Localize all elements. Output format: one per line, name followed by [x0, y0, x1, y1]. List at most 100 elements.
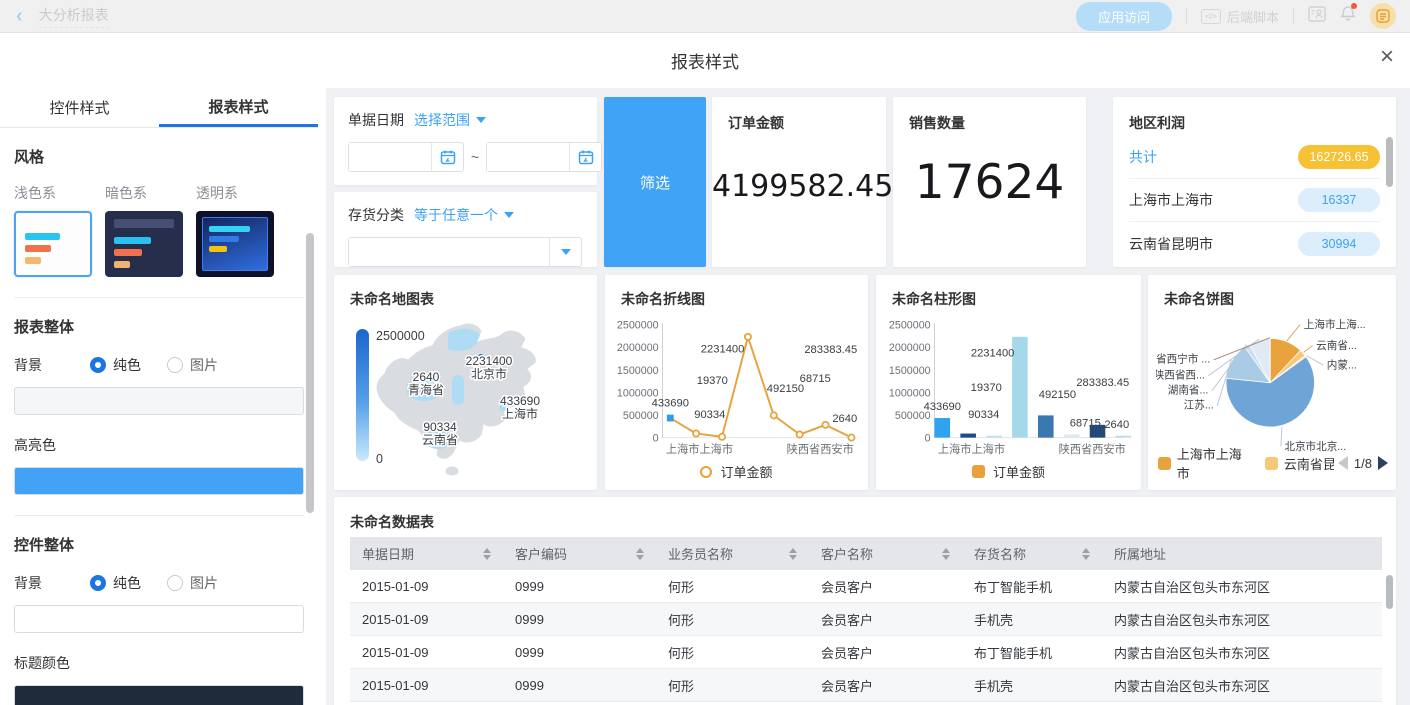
contact-card-icon[interactable] — [1308, 6, 1326, 27]
bar-legend[interactable]: 订单金额 — [876, 462, 1141, 481]
calendar-icon[interactable] — [431, 143, 463, 171]
select-arrow[interactable] — [549, 238, 581, 266]
sort-icon[interactable] — [942, 548, 950, 560]
style-thumb-light[interactable] — [14, 211, 92, 277]
highlight-color-swatch[interactable] — [14, 467, 304, 495]
tab-widget-style[interactable]: 控件样式 — [0, 88, 159, 127]
date-from-input[interactable] — [349, 143, 431, 171]
filter-button[interactable]: 筛选 — [604, 97, 706, 267]
category-select-input[interactable] — [349, 238, 549, 266]
data-point[interactable] — [797, 431, 803, 437]
column-header-1[interactable]: 单据日期 — [350, 544, 503, 563]
style-panel: 控件样式 报表样式 风格 浅色系 暗色系 透明系 — [0, 88, 318, 705]
line-legend[interactable]: 订单金额 — [605, 462, 868, 481]
date-operator-dropdown[interactable]: 选择范围 — [414, 110, 486, 130]
sort-icon[interactable] — [789, 548, 797, 560]
page-prev-icon[interactable] — [1338, 456, 1348, 470]
table-scrollbar[interactable] — [1386, 575, 1393, 609]
close-icon[interactable]: × — [1380, 45, 1394, 69]
table-cell: 布丁智能手机 — [962, 577, 1102, 596]
column-header-4[interactable]: 客户名称 — [809, 544, 962, 563]
style-thumb-transparent[interactable] — [196, 211, 274, 277]
data-point[interactable] — [693, 430, 699, 436]
title-color-swatch[interactable] — [14, 685, 304, 705]
thumb-bar — [25, 233, 60, 240]
bar[interactable] — [1064, 435, 1080, 438]
bar[interactable] — [986, 436, 1002, 438]
table-row[interactable]: 2015-01-090999何形会员客户布丁智能手机内蒙古自治区包头市东河区 — [350, 570, 1382, 603]
panel-scrollbar[interactable] — [306, 233, 314, 513]
sort-icon[interactable] — [483, 548, 491, 560]
pie-chart-card: 未命名饼图 上海市上海...云南省...内蒙...北京市北京...江苏...湖南… — [1148, 275, 1396, 490]
table-cell: 2015-01-09 — [350, 645, 503, 660]
table-cell: 何形 — [656, 577, 809, 596]
column-header-3[interactable]: 业务员名称 — [656, 544, 809, 563]
bar[interactable] — [960, 434, 976, 438]
data-point[interactable] — [667, 415, 674, 422]
svg-text:陕西省西安市: 陕西省西安市 — [1059, 442, 1126, 456]
category-select[interactable] — [348, 237, 582, 267]
bar[interactable] — [935, 418, 951, 438]
table-title: 未命名数据表 — [350, 512, 434, 532]
legend-marker-icon — [972, 465, 985, 478]
style-thumb-dark[interactable] — [105, 211, 183, 277]
svg-text:90334: 90334 — [968, 409, 999, 421]
column-header-2[interactable]: 客户编码 — [503, 544, 656, 563]
page-next-icon[interactable] — [1378, 456, 1388, 470]
tab-report-style[interactable]: 报表样式 — [159, 88, 318, 127]
column-label: 业务员名称 — [668, 544, 733, 563]
pie-legend-item[interactable]: 云南省昆 — [1265, 454, 1334, 473]
date-to-group — [486, 142, 602, 172]
table-row[interactable]: 2015-01-090999何形会员客户手机壳内蒙古自治区包头市东河区 — [350, 669, 1382, 702]
chart-title: 未命名折线图 — [621, 289, 705, 309]
bar[interactable] — [1012, 337, 1028, 438]
section-style-title: 风格 — [14, 146, 304, 167]
svg-text:0: 0 — [653, 433, 659, 445]
bar[interactable] — [1116, 436, 1132, 438]
bar-canvas: 0500000100000015000002000000250000043369… — [884, 313, 1133, 461]
table-row[interactable]: 2015-01-090999何形会员客户布丁智能手机内蒙古自治区包头市东河区 — [350, 636, 1382, 669]
svg-text:1000000: 1000000 — [889, 387, 931, 399]
thumb-panel — [202, 217, 268, 271]
calendar-icon[interactable] — [569, 143, 601, 171]
sort-icon[interactable] — [636, 548, 644, 560]
svg-text:90334: 90334 — [423, 420, 457, 434]
column-header-5[interactable]: 存货名称 — [962, 544, 1102, 563]
table-row[interactable]: 2015-01-090999何形会员客户手机壳内蒙古自治区包头市东河区 — [350, 603, 1382, 636]
category-operator-dropdown[interactable]: 等于任意一个 — [414, 205, 514, 225]
widget-bg-color-swatch[interactable] — [14, 605, 304, 633]
notification-bell-icon[interactable] — [1340, 5, 1356, 27]
widget-bg-solid-radio[interactable]: 纯色 — [90, 573, 141, 593]
data-point[interactable] — [719, 434, 725, 440]
table-cell: 布丁智能手机 — [962, 643, 1102, 662]
backend-script-button[interactable]: </> 后端脚本 — [1201, 7, 1279, 26]
report-bg-image-radio[interactable]: 图片 — [167, 355, 218, 375]
report-bg-color-swatch[interactable] — [14, 387, 304, 415]
highlight-color-label: 高亮色 — [14, 435, 304, 455]
date-to-input[interactable] — [487, 143, 569, 171]
thumb-bar — [209, 236, 239, 242]
bar[interactable] — [1090, 425, 1106, 438]
data-point[interactable] — [771, 412, 777, 418]
table-cell: 0999 — [503, 612, 656, 627]
region-value-badge: 30994 — [1298, 232, 1380, 256]
user-avatar[interactable] — [1370, 3, 1396, 29]
data-point[interactable] — [848, 434, 854, 440]
back-icon[interactable]: ‹ — [16, 6, 23, 26]
report-bg-solid-radio[interactable]: 纯色 — [90, 355, 141, 375]
data-point[interactable] — [745, 334, 751, 340]
svg-text:内蒙...: 内蒙... — [1327, 359, 1357, 372]
svg-text:青海省西宁市 ...: 青海省西宁市 ... — [1156, 352, 1210, 365]
svg-text:上海市: 上海市 — [502, 406, 538, 421]
table-cell: 手机壳 — [962, 676, 1102, 695]
report-style-modal: 报表样式 × 控件样式 报表样式 风格 浅色系 暗色系 透明系 — [0, 33, 1410, 705]
app-access-button[interactable]: 应用访问 — [1076, 2, 1172, 31]
kpi-scrollbar[interactable] — [1386, 137, 1393, 187]
bar[interactable] — [1038, 415, 1054, 437]
table-cell: 0999 — [503, 678, 656, 693]
svg-text:陕西省西安市: 陕西省西安市 — [787, 442, 854, 456]
widget-bg-image-radio[interactable]: 图片 — [167, 573, 218, 593]
data-point[interactable] — [822, 422, 828, 428]
sort-icon[interactable] — [1082, 548, 1090, 560]
pie-legend-item[interactable]: 上海市上海市 — [1158, 444, 1253, 482]
